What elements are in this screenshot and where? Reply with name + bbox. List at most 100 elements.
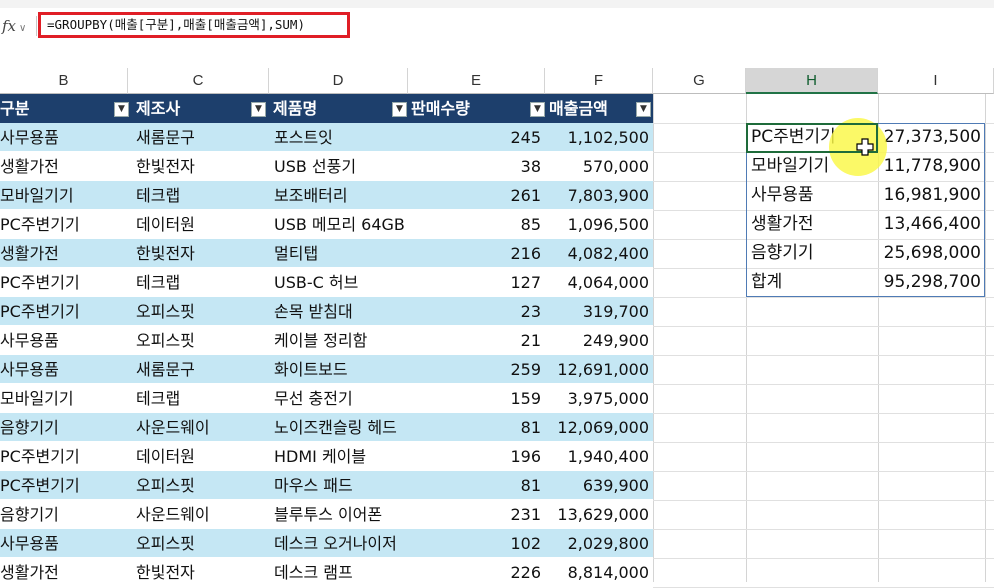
category-cell[interactable]: PC주변기기 [0, 442, 128, 471]
product-cell[interactable]: USB 선풍기 [269, 152, 408, 181]
product-cell[interactable]: 포스트잇 [269, 123, 408, 152]
quantity-cell[interactable]: 226 [408, 558, 545, 587]
quantity-cell[interactable]: 81 [408, 413, 545, 442]
column-header-g[interactable]: G [653, 68, 746, 94]
quantity-cell[interactable]: 85 [408, 210, 545, 239]
sales-cell[interactable]: 570,000 [545, 152, 653, 181]
column-header-c[interactable]: C [128, 68, 269, 94]
filter-dropdown-icon[interactable]: ▼ [114, 102, 129, 117]
maker-cell[interactable]: 한빛전자 [128, 152, 269, 181]
category-cell[interactable]: PC주변기기 [0, 210, 128, 239]
product-cell[interactable]: 블루투스 이어폰 [269, 500, 408, 529]
category-cell[interactable]: 사무용품 [0, 123, 128, 152]
quantity-cell[interactable]: 245 [408, 123, 545, 152]
quantity-cell[interactable]: 216 [408, 239, 545, 268]
maker-cell[interactable]: 새롬문구 [128, 355, 269, 384]
quantity-cell[interactable]: 259 [408, 355, 545, 384]
column-header-h[interactable]: H [746, 68, 878, 94]
sales-cell[interactable]: 3,975,000 [545, 384, 653, 413]
quantity-cell[interactable]: 127 [408, 268, 545, 297]
maker-cell[interactable]: 데이터원 [128, 210, 269, 239]
category-cell[interactable]: 생활가전 [0, 239, 128, 268]
filter-dropdown-icon[interactable]: ▼ [530, 102, 545, 117]
product-cell[interactable]: HDMI 케이블 [269, 442, 408, 471]
filter-dropdown-icon[interactable]: ▼ [251, 102, 266, 117]
quantity-cell[interactable]: 21 [408, 326, 545, 355]
product-cell[interactable]: USB 메모리 64GB [269, 210, 408, 239]
column-header-d[interactable]: D [269, 68, 408, 94]
category-cell[interactable]: 음향기기 [0, 413, 128, 442]
product-cell[interactable]: 데스크 오거나이저 [269, 529, 408, 558]
quantity-cell[interactable]: 159 [408, 384, 545, 413]
category-cell[interactable]: PC주변기기 [0, 297, 128, 326]
category-cell[interactable]: 사무용품 [0, 326, 128, 355]
header-maker: 제조사 [136, 99, 181, 118]
chevron-down-icon[interactable]: ∨ [19, 23, 26, 34]
product-cell[interactable]: 노이즈캔슬링 헤드 [269, 413, 408, 442]
maker-cell[interactable]: 사운드웨이 [128, 413, 269, 442]
product-cell[interactable]: 무선 충전기 [269, 384, 408, 413]
sales-cell[interactable]: 12,069,000 [545, 413, 653, 442]
header-sales: 매출금액 [549, 99, 608, 118]
sales-cell[interactable]: 4,064,000 [545, 268, 653, 297]
sales-cell[interactable]: 1,102,500 [545, 123, 653, 152]
maker-cell[interactable]: 사운드웨이 [128, 500, 269, 529]
column-header-e[interactable]: E [408, 68, 545, 94]
sales-cell[interactable]: 1,940,400 [545, 442, 653, 471]
maker-cell[interactable]: 한빛전자 [128, 558, 269, 587]
sales-cell[interactable]: 8,814,000 [545, 558, 653, 587]
maker-cell[interactable]: 새롬문구 [128, 123, 269, 152]
grid-column-line [653, 94, 654, 582]
maker-cell[interactable]: 테크랩 [128, 268, 269, 297]
quantity-cell[interactable]: 231 [408, 500, 545, 529]
product-cell[interactable]: USB-C 허브 [269, 268, 408, 297]
maker-cell[interactable]: 데이터원 [128, 442, 269, 471]
quantity-cell[interactable]: 81 [408, 471, 545, 500]
maker-cell[interactable]: 한빛전자 [128, 239, 269, 268]
quantity-cell[interactable]: 23 [408, 297, 545, 326]
maker-cell[interactable]: 오피스핏 [128, 471, 269, 500]
maker-cell[interactable]: 오피스핏 [128, 326, 269, 355]
filter-dropdown-icon[interactable]: ▼ [636, 102, 651, 117]
maker-cell[interactable]: 오피스핏 [128, 297, 269, 326]
column-header-i[interactable]: I [878, 68, 994, 94]
column-header-b[interactable]: B [0, 68, 128, 94]
category-cell[interactable]: 생활가전 [0, 558, 128, 587]
filter-dropdown-icon[interactable]: ▼ [392, 102, 407, 117]
sales-cell[interactable]: 2,029,800 [545, 529, 653, 558]
quantity-cell[interactable]: 196 [408, 442, 545, 471]
column-header-f[interactable]: F [545, 68, 653, 94]
sales-cell[interactable]: 7,803,900 [545, 181, 653, 210]
quantity-cell[interactable]: 102 [408, 529, 545, 558]
category-cell[interactable]: 음향기기 [0, 500, 128, 529]
sales-cell[interactable]: 12,691,000 [545, 355, 653, 384]
quantity-cell[interactable]: 261 [408, 181, 545, 210]
sales-cell[interactable]: 4,082,400 [545, 239, 653, 268]
product-cell[interactable]: 손목 받침대 [269, 297, 408, 326]
toolbar-gap [0, 46, 994, 68]
sales-cell[interactable]: 1,096,500 [545, 210, 653, 239]
maker-cell[interactable]: 테크랩 [128, 181, 269, 210]
sales-cell[interactable]: 639,900 [545, 471, 653, 500]
fx-icon[interactable]: fx ∨ [0, 14, 36, 38]
product-cell[interactable]: 멀티탭 [269, 239, 408, 268]
maker-cell[interactable]: 오피스핏 [128, 529, 269, 558]
sales-cell[interactable]: 13,629,000 [545, 500, 653, 529]
category-cell[interactable]: 사무용품 [0, 529, 128, 558]
sales-cell[interactable]: 249,900 [545, 326, 653, 355]
category-cell[interactable]: 사무용품 [0, 355, 128, 384]
category-cell[interactable]: 생활가전 [0, 152, 128, 181]
product-cell[interactable]: 보조배터리 [269, 181, 408, 210]
quantity-cell[interactable]: 38 [408, 152, 545, 181]
category-cell[interactable]: PC주변기기 [0, 471, 128, 500]
category-cell[interactable]: PC주변기기 [0, 268, 128, 297]
product-cell[interactable]: 데스크 램프 [269, 558, 408, 587]
category-cell[interactable]: 모바일기기 [0, 181, 128, 210]
product-cell[interactable]: 케이블 정리함 [269, 326, 408, 355]
maker-cell[interactable]: 테크랩 [128, 384, 269, 413]
sales-cell[interactable]: 319,700 [545, 297, 653, 326]
product-cell[interactable]: 마우스 패드 [269, 471, 408, 500]
product-cell[interactable]: 화이트보드 [269, 355, 408, 384]
category-cell[interactable]: 모바일기기 [0, 384, 128, 413]
formula-input[interactable]: =GROUPBY(매출[구분],매출[매출금액],SUM) [38, 12, 350, 38]
